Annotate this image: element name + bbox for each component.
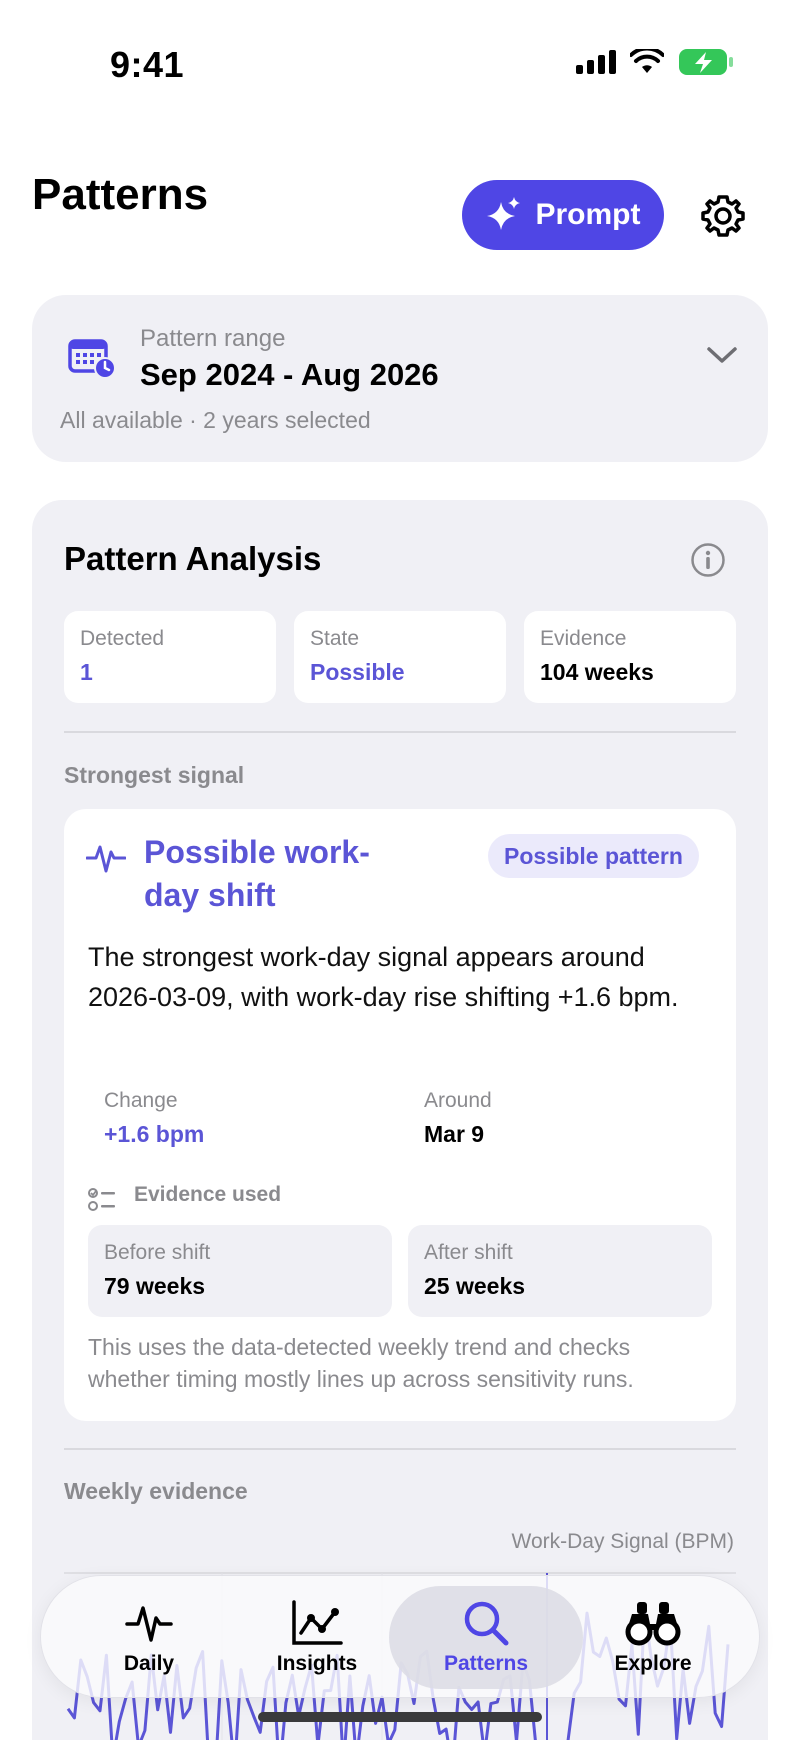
strongest-signal-label: Strongest signal <box>64 762 245 788</box>
range-label: Pattern range <box>140 325 286 352</box>
evidence-used-label: Evidence used <box>134 1183 282 1206</box>
change-label: Change <box>104 1089 178 1112</box>
strongest-signal-card[interactable]: Possible work-day shift Possible pattern… <box>64 809 736 1421</box>
range-subtitle: All available · 2 years selected <box>60 407 371 433</box>
tab-label: Explore <box>614 1651 692 1675</box>
stat-evidence: Evidence 104 weeks <box>524 611 736 703</box>
stat-label: State <box>310 627 360 650</box>
chart-y-axis-label: Work-Day Signal (BPM) <box>512 1530 735 1553</box>
weekly-evidence-label: Weekly evidence <box>64 1478 248 1504</box>
tab-insights[interactable]: Insights <box>233 1576 401 1699</box>
tab-label: Daily <box>123 1651 175 1675</box>
after-shift-box: After shift 25 weeks <box>408 1225 712 1317</box>
tab-patterns[interactable]: Patterns <box>402 1576 570 1699</box>
tab-label: Insights <box>276 1651 358 1675</box>
divider <box>64 731 736 733</box>
prompt-button[interactable]: Prompt <box>462 180 664 250</box>
before-shift-label: Before shift <box>104 1241 211 1264</box>
around-value: Mar 9 <box>424 1121 485 1147</box>
page-title: Patterns <box>32 170 209 219</box>
range-value: Sep 2024 - Aug 2026 <box>140 357 439 392</box>
checklist-icon <box>88 1188 115 1211</box>
search-icon <box>464 1601 509 1645</box>
stat-value: Possible <box>310 659 405 685</box>
stat-value: 104 weeks <box>540 659 654 685</box>
after-shift-value: 25 weeks <box>424 1273 526 1299</box>
battery-charging-icon <box>679 49 733 75</box>
info-icon[interactable] <box>690 542 726 578</box>
tab-daily[interactable]: Daily <box>65 1576 233 1699</box>
stat-label: Evidence <box>540 627 627 650</box>
tab-label: Patterns <box>443 1651 529 1675</box>
change-value: +1.6 bpm <box>104 1121 205 1147</box>
status-icons <box>576 48 734 76</box>
before-shift-box: Before shift 79 weeks <box>88 1225 392 1317</box>
sparkle-icon <box>486 197 520 230</box>
heartbeat-icon <box>125 1605 173 1642</box>
gear-icon[interactable] <box>700 193 746 239</box>
around-label: Around <box>424 1089 492 1112</box>
cellular-signal-icon <box>576 50 616 74</box>
stat-state: State Possible <box>294 611 506 703</box>
signal-note: This uses the data-detected weekly trend… <box>88 1334 634 1392</box>
analysis-title: Pattern Analysis <box>64 540 322 577</box>
stat-value: 1 <box>80 659 93 685</box>
prompt-button-label: Prompt <box>535 198 641 231</box>
heartbeat-icon <box>86 845 126 873</box>
signal-description: The strongest work-day signal appears ar… <box>88 942 679 1012</box>
divider <box>64 1448 736 1450</box>
possible-pattern-badge: Possible pattern <box>488 834 699 878</box>
line-chart-icon <box>292 1599 343 1645</box>
signal-title: Possible work-day shift <box>144 834 370 913</box>
status-time: 9:41 <box>110 44 185 85</box>
status-bar: 9:41 <box>0 0 800 120</box>
chevron-down-icon[interactable] <box>706 345 738 365</box>
stat-label: Detected <box>80 627 165 650</box>
pattern-range-card[interactable]: Pattern range Sep 2024 - Aug 2026 All av… <box>32 295 768 462</box>
calendar-clock-icon <box>68 339 116 379</box>
wifi-icon <box>630 49 664 73</box>
tab-bar: Daily Insights Patterns Explore <box>40 1575 760 1698</box>
tab-explore[interactable]: Explore <box>569 1576 737 1699</box>
stat-detected: Detected 1 <box>64 611 276 703</box>
before-shift-value: 79 weeks <box>104 1273 206 1299</box>
after-shift-label: After shift <box>424 1241 513 1264</box>
home-indicator <box>258 1712 542 1722</box>
pattern-analysis-card: Pattern Analysis Detected 1 State Possib… <box>32 500 768 1740</box>
binoculars-icon <box>625 1601 681 1645</box>
